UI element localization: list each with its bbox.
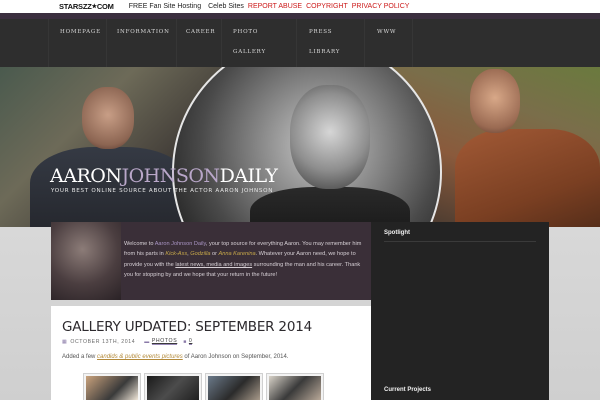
gallery-thumbnail[interactable] bbox=[266, 373, 324, 400]
candids-link[interactable]: candids & public events pictures bbox=[97, 354, 183, 360]
main-nav: Homepage Information Career Photo Galler… bbox=[0, 19, 600, 67]
nav-homepage[interactable]: Homepage bbox=[60, 22, 101, 42]
nav-library[interactable]: Library bbox=[309, 42, 340, 62]
aaron-photo-center-body bbox=[250, 187, 410, 227]
latest-news-link[interactable]: latest news, media and images bbox=[175, 262, 252, 268]
link-free-hosting[interactable]: FREE Fan Site Hosting bbox=[129, 3, 201, 10]
divider bbox=[384, 241, 536, 242]
link-report-abuse[interactable]: REPORT ABUSE bbox=[248, 3, 302, 10]
welcome-photo bbox=[51, 222, 121, 300]
site-brand-title[interactable]: AARONJOHNSONDAILY bbox=[50, 165, 278, 187]
sidebar-heading-spotlight: Spotlight bbox=[384, 230, 410, 236]
site-name-link[interactable]: Aaron Johnson Daily bbox=[155, 241, 206, 247]
aaron-photo-left-body bbox=[30, 147, 190, 227]
header-banner: AARONJOHNSONDAILY Your best online sourc… bbox=[0, 67, 600, 227]
post-category: ▬ PHOTOS bbox=[144, 338, 178, 345]
post-title[interactable]: GALLERY UPDATED: SEPTEMBER 2014 bbox=[62, 319, 312, 335]
folder-icon: ▬ bbox=[144, 338, 150, 345]
nav-separator bbox=[296, 19, 297, 67]
gallery-thumbnails bbox=[83, 373, 324, 400]
sidebar-heading-current-projects: Current Projects bbox=[384, 387, 432, 393]
gallery-thumbnail[interactable] bbox=[83, 373, 141, 400]
sidebar: Spotlight Current Projects bbox=[371, 222, 549, 400]
aaron-photo-right-body bbox=[455, 129, 600, 227]
nav-information[interactable]: Information bbox=[117, 22, 170, 42]
nav-gallery[interactable]: Gallery bbox=[233, 42, 266, 62]
blog-post: GALLERY UPDATED: SEPTEMBER 2014 ▦ OCTOBE… bbox=[51, 306, 371, 400]
calendar-icon: ▦ bbox=[62, 338, 68, 345]
nav-www[interactable]: WWW bbox=[377, 22, 396, 42]
link-celeb-sites[interactable]: Celeb Sites bbox=[208, 3, 244, 10]
comments-link[interactable]: 0 bbox=[188, 338, 193, 345]
post-date: OCTOBER 13TH, 2014 bbox=[70, 338, 136, 345]
starszz-logo[interactable]: STARSZZ★COM bbox=[59, 2, 114, 11]
nav-separator bbox=[221, 19, 222, 67]
category-link[interactable]: PHOTOS bbox=[151, 338, 178, 345]
site-tagline: Your best online source about the actor … bbox=[51, 188, 274, 194]
nav-separator bbox=[364, 19, 365, 67]
post-comments: ■ 0 bbox=[183, 338, 193, 345]
nav-career[interactable]: Career bbox=[186, 22, 215, 42]
aaron-photo-right-head bbox=[470, 69, 520, 133]
top-bar: STARSZZ★COM FREE Fan Site Hosting Celeb … bbox=[0, 0, 600, 13]
post-meta: ▦ OCTOBER 13TH, 2014 ▬ PHOTOS ■ 0 bbox=[62, 338, 193, 345]
link-copyright[interactable]: COPYRIGHT bbox=[306, 3, 348, 10]
gallery-thumbnail[interactable] bbox=[144, 373, 202, 400]
welcome-box: Welcome to Aaron Johnson Daily, your top… bbox=[51, 222, 371, 300]
nav-separator bbox=[412, 19, 413, 67]
post-body: Added a few candids & public events pict… bbox=[62, 354, 289, 360]
nav-separator bbox=[106, 19, 107, 67]
comment-icon: ■ bbox=[183, 338, 187, 345]
nav-separator bbox=[176, 19, 177, 67]
nav-separator bbox=[48, 19, 49, 67]
link-privacy-policy[interactable]: PRIVACY POLICY bbox=[352, 3, 410, 10]
welcome-text: Welcome to Aaron Johnson Daily, your top… bbox=[124, 241, 362, 279]
nav-photo[interactable]: Photo bbox=[233, 22, 258, 42]
aaron-photo-left-head bbox=[82, 87, 134, 149]
gallery-thumbnail[interactable] bbox=[205, 373, 263, 400]
aaron-photo-center-head bbox=[290, 85, 370, 189]
nav-press[interactable]: Press bbox=[309, 22, 332, 42]
